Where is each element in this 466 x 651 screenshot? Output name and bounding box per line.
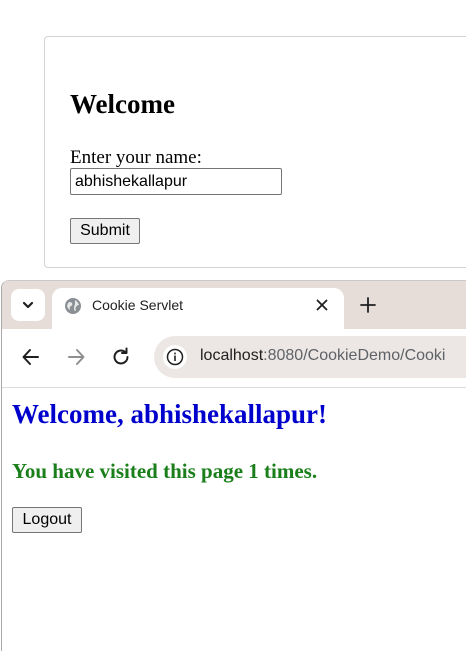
visit-count-text: You have visited this page 1 times. bbox=[12, 459, 318, 483]
tab-strip: Cookie Servlet bbox=[2, 281, 466, 332]
url-host: localhost bbox=[200, 347, 264, 364]
close-icon[interactable] bbox=[314, 297, 330, 313]
name-input[interactable] bbox=[70, 168, 282, 195]
arrow-left-icon[interactable] bbox=[20, 346, 42, 368]
tab-search-button[interactable] bbox=[11, 289, 45, 321]
welcome-heading: Welcome, abhishekallapur! bbox=[12, 399, 328, 429]
globe-icon bbox=[65, 298, 81, 314]
url-path: :8080/CookieDemo/Cooki bbox=[263, 347, 446, 364]
login-form-card: Welcome Enter your name: Submit bbox=[44, 36, 466, 268]
reload-icon[interactable] bbox=[110, 346, 132, 368]
arrow-right-icon[interactable] bbox=[65, 346, 87, 368]
info-icon bbox=[166, 348, 184, 366]
name-label: Enter your name: bbox=[70, 147, 202, 168]
tab-cookie-servlet[interactable]: Cookie Servlet bbox=[52, 288, 344, 332]
url-text: localhost:8080/CookieDemo/Cooki bbox=[200, 347, 445, 365]
browser-window: Cookie Servlet localhost:8080/CookieDemo… bbox=[1, 280, 466, 651]
browser-toolbar: localhost:8080/CookieDemo/Cooki bbox=[2, 329, 466, 388]
submit-button[interactable]: Submit bbox=[70, 218, 140, 244]
chevron-down-icon bbox=[22, 301, 34, 309]
site-info-button[interactable] bbox=[163, 345, 187, 369]
plus-icon[interactable] bbox=[358, 295, 378, 315]
form-heading: Welcome bbox=[70, 89, 175, 119]
tab-title: Cookie Servlet bbox=[92, 297, 184, 313]
page-content: Welcome, abhishekallapur! You have visit… bbox=[2, 388, 466, 651]
logout-button[interactable]: Logout bbox=[12, 507, 82, 533]
address-bar[interactable]: localhost:8080/CookieDemo/Cooki bbox=[154, 336, 466, 378]
